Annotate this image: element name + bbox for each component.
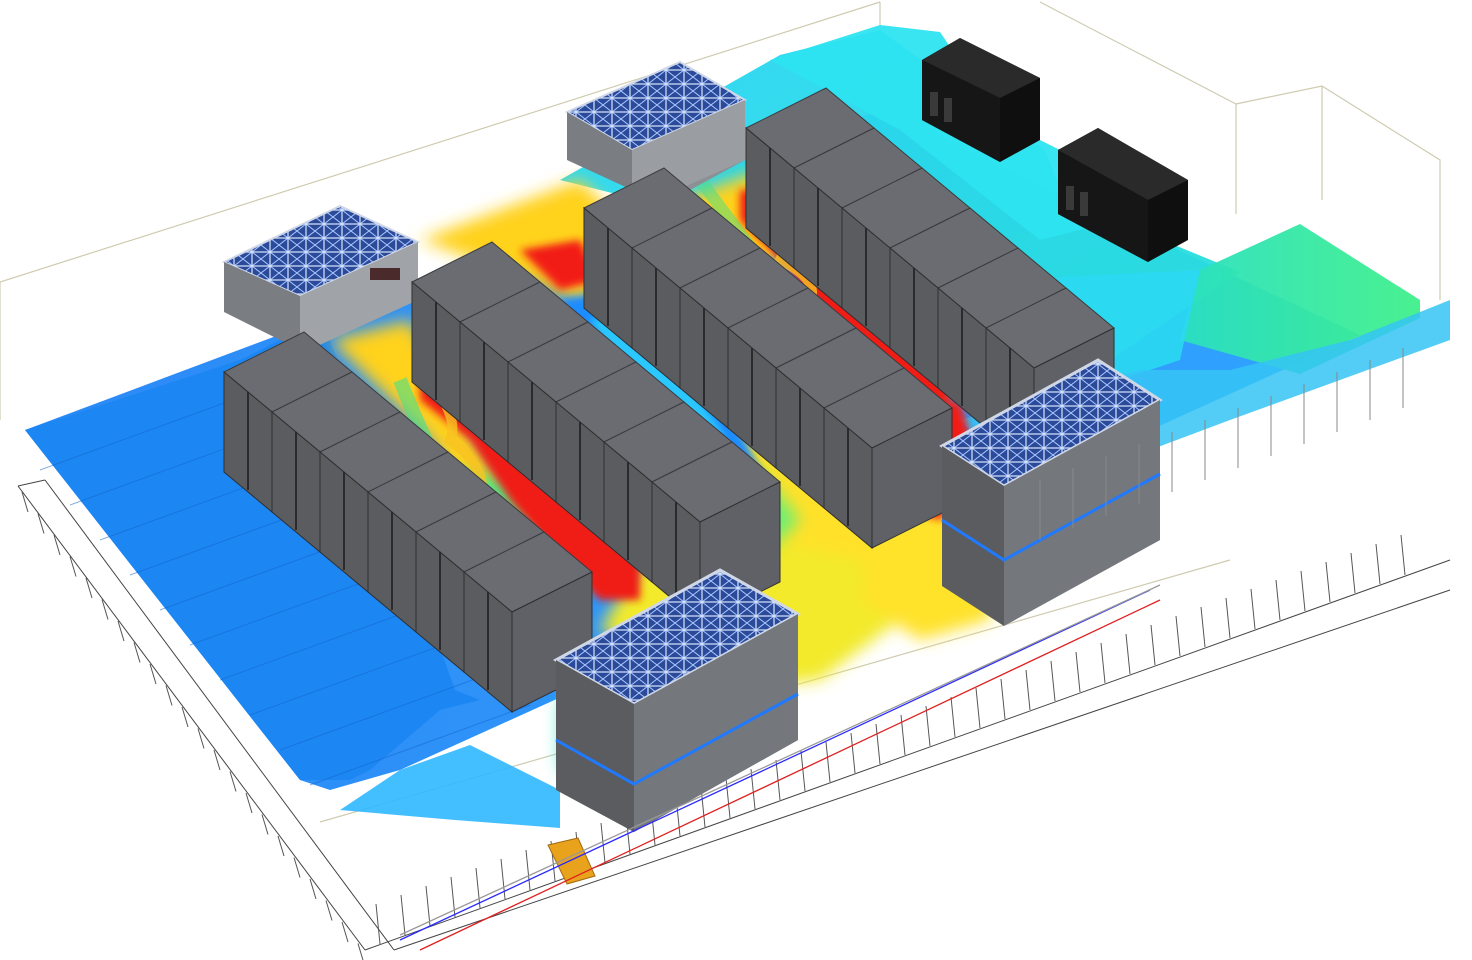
- support-leg: [1025, 669, 1031, 711]
- support-leg: [600, 822, 606, 864]
- support-leg: [357, 943, 364, 960]
- support-leg: [341, 921, 349, 943]
- support-leg: [825, 741, 831, 783]
- support-leg: [800, 750, 806, 792]
- support-leg: [1050, 660, 1056, 702]
- support-leg: [1125, 633, 1131, 675]
- support-leg: [1200, 606, 1206, 648]
- support-leg: [400, 894, 406, 936]
- support-leg: [1075, 651, 1081, 693]
- support-leg: [1275, 579, 1281, 621]
- support-leg: [525, 849, 531, 891]
- support-leg: [1325, 561, 1331, 603]
- support-leg: [1150, 624, 1156, 666]
- support-leg: [1250, 588, 1256, 630]
- cfd-3d-viewport[interactable]: [0, 0, 1472, 960]
- support-leg: [277, 835, 285, 857]
- support-leg: [261, 814, 269, 835]
- datacenter-scene[interactable]: [0, 0, 1472, 960]
- support-leg: [229, 771, 237, 792]
- support-leg: [293, 857, 301, 878]
- support-leg: [245, 792, 253, 814]
- support-leg: [1300, 570, 1306, 612]
- support-leg: [925, 705, 931, 747]
- support-leg: [1400, 534, 1406, 576]
- support-leg: [1225, 597, 1231, 639]
- support-leg: [1350, 552, 1356, 594]
- support-leg: [875, 723, 881, 765]
- support-leg: [213, 749, 221, 771]
- support-leg: [375, 903, 381, 945]
- support-leg: [975, 687, 981, 729]
- support-leg: [1375, 543, 1381, 585]
- support-leg: [425, 885, 431, 927]
- support-leg: [1100, 642, 1106, 684]
- support-leg: [309, 878, 317, 900]
- support-leg: [850, 732, 856, 774]
- support-leg: [325, 900, 333, 921]
- support-leg: [1175, 615, 1181, 657]
- support-leg: [1000, 678, 1006, 720]
- support-leg: [475, 867, 481, 909]
- support-leg: [950, 696, 956, 738]
